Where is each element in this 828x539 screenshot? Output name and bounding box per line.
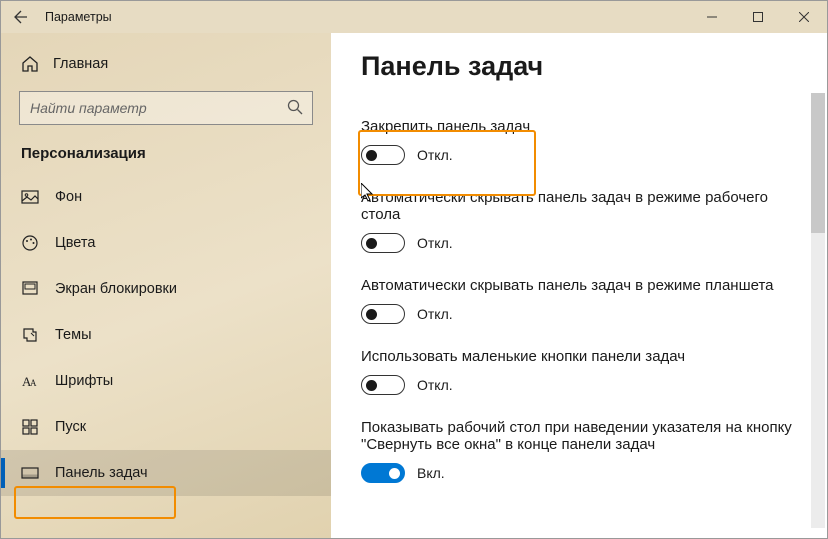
toggle-row: Вкл. [361, 463, 797, 483]
sidebar: Главная Персонализация Фон Цвета [1, 33, 331, 538]
toggle-knob [366, 309, 377, 320]
maximize-button[interactable] [735, 1, 781, 33]
close-button[interactable] [781, 1, 827, 33]
toggle-state: Вкл. [417, 465, 445, 481]
setting-lock-taskbar: Закрепить панель задач Откл. [361, 118, 797, 165]
home-icon [21, 55, 39, 73]
back-button[interactable] [1, 1, 41, 33]
content-area: Панель задач Закрепить панель задач Откл… [331, 33, 827, 538]
toggle-knob [389, 468, 400, 479]
start-icon [21, 418, 39, 436]
toggle-knob [366, 380, 377, 391]
toggle-row: Откл. [361, 233, 797, 253]
page-title: Панель задач [361, 51, 797, 82]
search-icon [287, 99, 303, 115]
sidebar-home[interactable]: Главная [1, 47, 331, 81]
sidebar-home-label: Главная [53, 56, 108, 72]
sidebar-item-label: Пуск [55, 419, 86, 435]
setting-label: Показывать рабочий стол при наведении ук… [361, 419, 797, 453]
toggle-small-buttons[interactable] [361, 375, 405, 395]
setting-small-buttons: Использовать маленькие кнопки панели зад… [361, 348, 797, 395]
toggle-state: Откл. [417, 377, 453, 393]
sidebar-nav: Фон Цвета Экран блокировки Темы AA Шрифт… [1, 174, 331, 496]
fonts-icon: AA [21, 372, 39, 390]
sidebar-section-title: Персонализация [1, 143, 331, 174]
toggle-row: Откл. [361, 375, 797, 395]
sidebar-item-label: Фон [55, 189, 82, 205]
toggle-autohide-desktop[interactable] [361, 233, 405, 253]
sidebar-item-label: Шрифты [55, 373, 113, 389]
themes-icon [21, 326, 39, 344]
picture-icon [21, 188, 39, 206]
maximize-icon [753, 12, 763, 22]
search-wrap [19, 91, 313, 125]
toggle-knob [366, 150, 377, 161]
toggle-state: Откл. [417, 235, 453, 251]
lockscreen-icon [21, 280, 39, 298]
setting-label: Автоматически скрывать панель задач в ре… [361, 189, 797, 223]
settings-window: Параметры Главная Персонализация [0, 0, 828, 539]
toggle-row: Откл. [361, 304, 797, 324]
toggle-autohide-tablet[interactable] [361, 304, 405, 324]
toggle-state: Откл. [417, 147, 453, 163]
toggle-state: Откл. [417, 306, 453, 322]
sidebar-item-fonts[interactable]: AA Шрифты [1, 358, 331, 404]
scrollbar-thumb[interactable] [811, 93, 825, 233]
setting-autohide-desktop: Автоматически скрывать панель задач в ре… [361, 189, 797, 253]
arrow-left-icon [13, 9, 29, 25]
search-input[interactable] [19, 91, 313, 125]
sidebar-item-label: Темы [55, 327, 92, 343]
minimize-button[interactable] [689, 1, 735, 33]
sidebar-item-start[interactable]: Пуск [1, 404, 331, 450]
sidebar-item-taskbar[interactable]: Панель задач [1, 450, 331, 496]
setting-autohide-tablet: Автоматически скрывать панель задач в ре… [361, 277, 797, 324]
toggle-lock-taskbar[interactable] [361, 145, 405, 165]
palette-icon [21, 234, 39, 252]
sidebar-item-themes[interactable]: Темы [1, 312, 331, 358]
window-body: Главная Персонализация Фон Цвета [1, 33, 827, 538]
sidebar-item-background[interactable]: Фон [1, 174, 331, 220]
sidebar-item-label: Экран блокировки [55, 281, 177, 297]
window-title: Параметры [45, 10, 112, 24]
svg-text:A: A [30, 378, 37, 388]
toggle-peek-desktop[interactable] [361, 463, 405, 483]
minimize-icon [707, 12, 717, 22]
window-controls [689, 1, 827, 33]
toggle-row: Откл. [361, 145, 797, 165]
sidebar-item-label: Панель задач [55, 465, 148, 481]
setting-label: Автоматически скрывать панель задач в ре… [361, 277, 797, 294]
setting-peek-desktop: Показывать рабочий стол при наведении ук… [361, 419, 797, 483]
sidebar-item-colors[interactable]: Цвета [1, 220, 331, 266]
setting-label: Закрепить панель задач [361, 118, 797, 135]
setting-label: Использовать маленькие кнопки панели зад… [361, 348, 797, 365]
sidebar-item-label: Цвета [55, 235, 95, 251]
toggle-knob [366, 238, 377, 249]
taskbar-icon [21, 464, 39, 482]
sidebar-item-lockscreen[interactable]: Экран блокировки [1, 266, 331, 312]
close-icon [799, 12, 809, 22]
titlebar: Параметры [1, 1, 827, 33]
